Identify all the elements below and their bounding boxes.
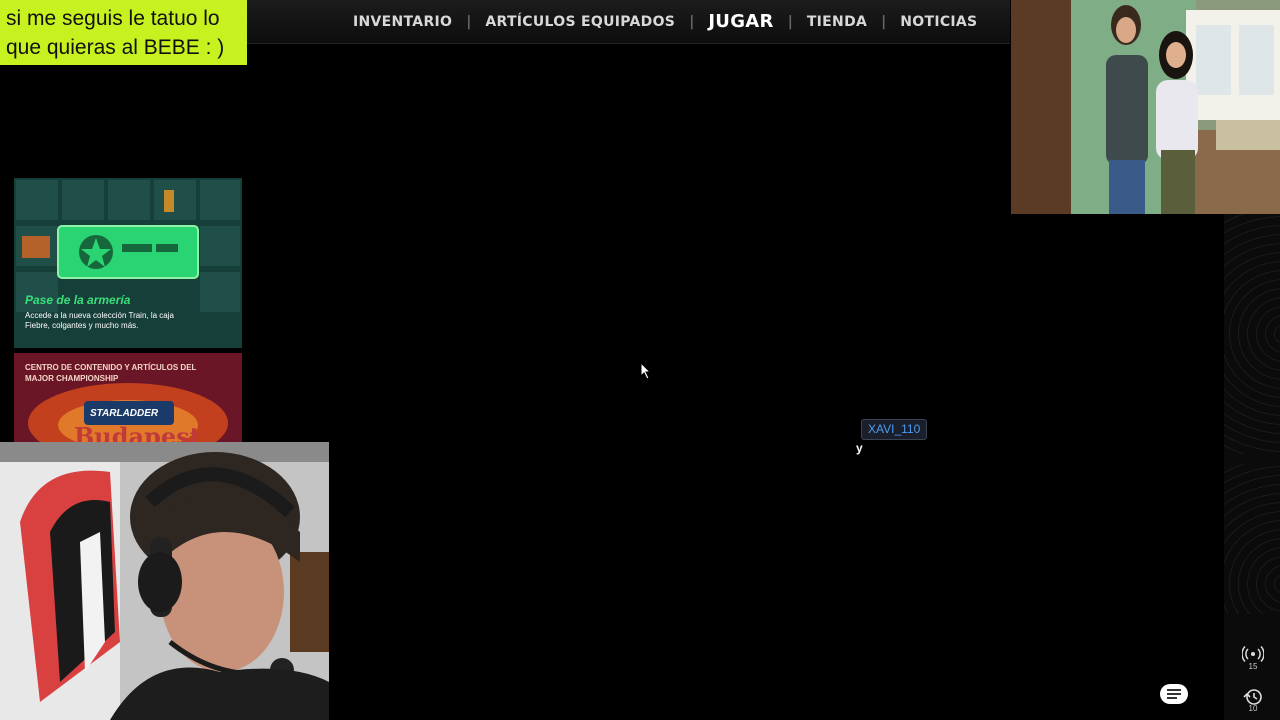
major-championship-promo[interactable]: CENTRO DE CONTENIDO Y ARTÍCULOS DEL MAJO…	[14, 353, 242, 443]
follow-text-line2: que quieras al BEBE : )	[6, 36, 225, 59]
history-button[interactable]: 10	[1238, 688, 1268, 718]
armory-pass-title: Pase de la armería	[25, 293, 131, 307]
history-count: 10	[1248, 704, 1258, 713]
chat-username[interactable]: XAVI_110	[861, 419, 928, 440]
nav-separator: |	[466, 13, 472, 30]
nav-store[interactable]: TIENDA	[807, 14, 867, 30]
nav-news[interactable]: NOTICIAS	[900, 14, 977, 30]
chat-icon[interactable]	[1160, 684, 1188, 704]
live-streams-button[interactable]: 15	[1238, 646, 1268, 676]
nav-inventory[interactable]: INVENTARIO	[353, 14, 452, 30]
major-line-2: MAJOR CHAMPIONSHIP	[25, 374, 119, 383]
streamer-webcam	[0, 442, 329, 720]
major-line-1: CENTRO DE CONTENIDO Y ARTÍCULOS DEL	[25, 363, 197, 372]
armory-pass-desc-1: Accede a la nueva colección Train, la ca…	[25, 311, 174, 320]
right-side-panel	[1224, 214, 1280, 720]
main-nav: INVENTARIO | ARTÍCULOS EQUIPADOS | JUGAR…	[353, 0, 977, 43]
starladder-logo: STARLADDER	[90, 408, 159, 419]
budapest-title: Budapest	[74, 422, 201, 444]
follow-text-line1: si me seguis le tatuo lo	[6, 7, 220, 30]
mouse-cursor-icon	[640, 361, 652, 385]
nav-equipped-items[interactable]: ARTÍCULOS EQUIPADOS	[485, 14, 675, 30]
armory-pass-desc-2: Fiebre, colgantes y mucho más.	[25, 321, 139, 330]
photo-overlay	[1011, 0, 1280, 214]
live-count: 15	[1248, 662, 1258, 671]
nav-separator: |	[787, 13, 793, 30]
follow-overlay-banner: si me seguis le tatuo lo que quieras al …	[0, 0, 247, 65]
nav-separator: |	[689, 13, 695, 30]
nav-play[interactable]: JUGAR	[708, 11, 773, 32]
nav-separator: |	[881, 13, 887, 30]
armory-pass-promo[interactable]: Pase de la armería Accede a la nueva col…	[14, 178, 242, 348]
chat-message: y	[856, 441, 863, 455]
